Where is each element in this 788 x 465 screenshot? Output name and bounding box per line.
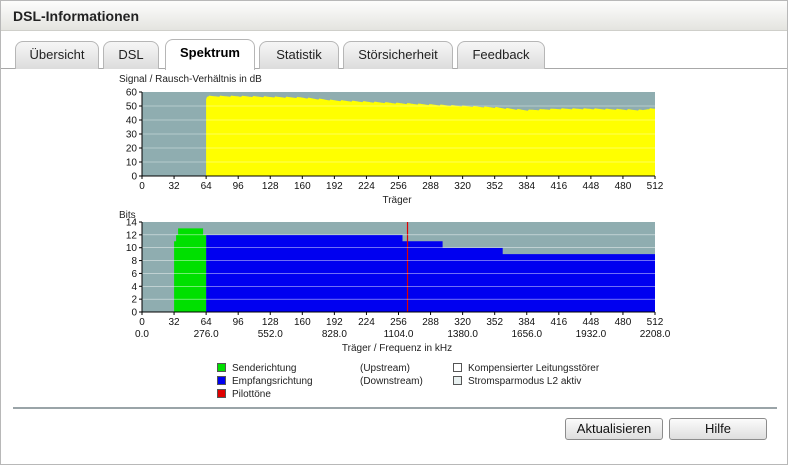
bits-x-tick-label: 256 (390, 317, 407, 328)
freq-tick-label: 1380.0 (447, 329, 478, 340)
snr-x-tick-label: 64 (201, 181, 213, 192)
bits-x-axis-label: Träger / Frequenz in kHz (342, 343, 452, 354)
bits-x-tick-label: 96 (233, 317, 245, 328)
bits-x-tick-label: 416 (550, 317, 567, 328)
help-button[interactable]: Hilfe (669, 418, 767, 440)
freq-tick-label: 1932.0 (576, 329, 607, 340)
bits-x-tick-label: 192 (326, 317, 343, 328)
bits-x-tick-label: 512 (647, 317, 664, 328)
snr-x-tick-label: 384 (518, 181, 535, 192)
tab-bar: Übersicht DSL Spektrum Statistik Störsic… (1, 39, 787, 70)
spectrum-charts: Signal / Rausch-Verhältnis in dB 0102030… (119, 74, 671, 354)
bits-x-tick-label: 32 (169, 317, 181, 328)
freq-tick-label: 828.0 (322, 329, 347, 340)
snr-x-tick-label: 256 (390, 181, 407, 192)
legend-compensated-label: Kompensierter Leitungsstörer (468, 363, 600, 374)
legend-compensated: Kompensierter Leitungsstörer (453, 363, 599, 374)
snr-x-tick-label: 224 (358, 181, 375, 192)
tab-stoersicherheit[interactable]: Störsicherheit (343, 41, 453, 69)
snr-chart-title: Signal / Rausch-Verhältnis in dB (119, 74, 262, 85)
l2-swatch (453, 376, 462, 385)
pilot-swatch (217, 389, 226, 398)
legend-upstream-note: (Upstream) (360, 363, 411, 374)
snr-x-tick-label: 352 (486, 181, 503, 192)
refresh-button[interactable]: Aktualisieren (565, 418, 663, 440)
bits-x-tick-label: 352 (486, 317, 503, 328)
bits-x-tick-label: 320 (454, 317, 471, 328)
bits-y-tick-label: 0 (131, 308, 137, 319)
bits-x-tick-label: 384 (518, 317, 535, 328)
tab-feedback[interactable]: Feedback (457, 41, 545, 69)
snr-y-tick-label: 20 (126, 144, 138, 155)
window-title: DSL-Informationen (13, 8, 139, 24)
bits-x-tick-label: 128 (262, 317, 279, 328)
snr-y-tick-label: 10 (126, 158, 138, 169)
snr-x-tick-label: 96 (233, 181, 245, 192)
dsl-info-window: DSL-Informationen Übersicht DSL Spektrum… (0, 0, 788, 465)
legend-upstream-label: Senderichtung (232, 363, 297, 374)
chart-legend: Senderichtung (Upstream) Kompensierter L… (217, 363, 637, 403)
bits-y-tick-label: 12 (126, 230, 138, 241)
snr-y-tick-label: 60 (126, 88, 138, 99)
tab-dsl[interactable]: DSL (103, 41, 159, 69)
compensated-swatch (453, 363, 462, 372)
freq-tick-label: 2208.0 (640, 329, 671, 340)
legend-downstream: Empfangsrichtung (217, 376, 313, 387)
snr-x-tick-label: 0 (139, 181, 145, 192)
freq-tick-label: 1656.0 (511, 329, 542, 340)
snr-x-tick-label: 320 (454, 181, 471, 192)
downstream-swatch (217, 376, 226, 385)
legend-l2: Stromsparmodus L2 aktiv (453, 376, 581, 387)
snr-y-tick-label: 40 (126, 116, 138, 127)
legend-downstream-label: Empfangsrichtung (232, 376, 313, 387)
snr-x-tick-label: 416 (550, 181, 567, 192)
tab-uebersicht[interactable]: Übersicht (15, 41, 99, 69)
bits-y-tick-label: 14 (126, 218, 138, 229)
tab-statistik[interactable]: Statistik (259, 41, 339, 69)
freq-tick-label: 1104.0 (384, 329, 414, 340)
snr-x-tick-label: 448 (583, 181, 600, 192)
legend-pilot: Pilottöne (217, 389, 271, 400)
upstream-bits-series (174, 228, 207, 312)
snr-x-tick-label: 32 (169, 181, 181, 192)
freq-tick-label: 276.0 (194, 329, 219, 340)
snr-x-tick-label: 192 (326, 181, 343, 192)
bits-x-tick-label: 480 (615, 317, 632, 328)
legend-downstream-note: (Downstream) (360, 376, 423, 387)
bits-y-tick-label: 2 (131, 295, 137, 306)
snr-x-tick-label: 160 (294, 181, 311, 192)
upstream-swatch (217, 363, 226, 372)
bits-x-tick-label: 64 (201, 317, 213, 328)
bits-x-tick-label: 448 (583, 317, 600, 328)
snr-chart: 0 10 20 30 40 50 60 0 32 64 96 128 160 192 224 256 288 32… (126, 88, 664, 193)
snr-x-tick-label: 288 (422, 181, 439, 192)
snr-y-tick-label: 0 (131, 172, 137, 183)
freq-tick-label: 0.0 (135, 329, 149, 340)
legend-pilot-label: Pilottöne (232, 389, 271, 400)
bits-y-tick-label: 6 (131, 269, 137, 280)
legend-l2-label: Stromsparmodus L2 aktiv (468, 376, 582, 387)
snr-x-tick-label: 128 (262, 181, 279, 192)
title-bar: DSL-Informationen (1, 1, 787, 31)
bits-x-tick-label: 224 (358, 317, 375, 328)
freq-tick-label: 552.0 (258, 329, 283, 340)
snr-x-tick-label: 480 (615, 181, 632, 192)
snr-x-axis-label: Träger (382, 195, 412, 206)
tab-spektrum[interactable]: Spektrum (165, 39, 255, 70)
bits-chart: 024681012140 32 64 96 128 160 192 224 256 288 320 3… (126, 218, 671, 341)
bits-y-tick-label: 4 (131, 282, 137, 293)
bits-x-tick-label: 160 (294, 317, 311, 328)
divider (13, 407, 777, 409)
snr-y-tick-label: 50 (126, 102, 138, 113)
snr-x-tick-label: 512 (647, 181, 664, 192)
bits-y-tick-label: 10 (126, 243, 138, 254)
bits-x-tick-label: 0 (139, 317, 145, 328)
spectrum-panel: Signal / Rausch-Verhältnis in dB 0 10 20 30… (1, 69, 787, 464)
bits-y-tick-label: 8 (131, 256, 137, 267)
snr-y-tick-label: 30 (126, 130, 138, 141)
bits-x-tick-label: 288 (422, 317, 439, 328)
legend-upstream: Senderichtung (217, 363, 297, 374)
